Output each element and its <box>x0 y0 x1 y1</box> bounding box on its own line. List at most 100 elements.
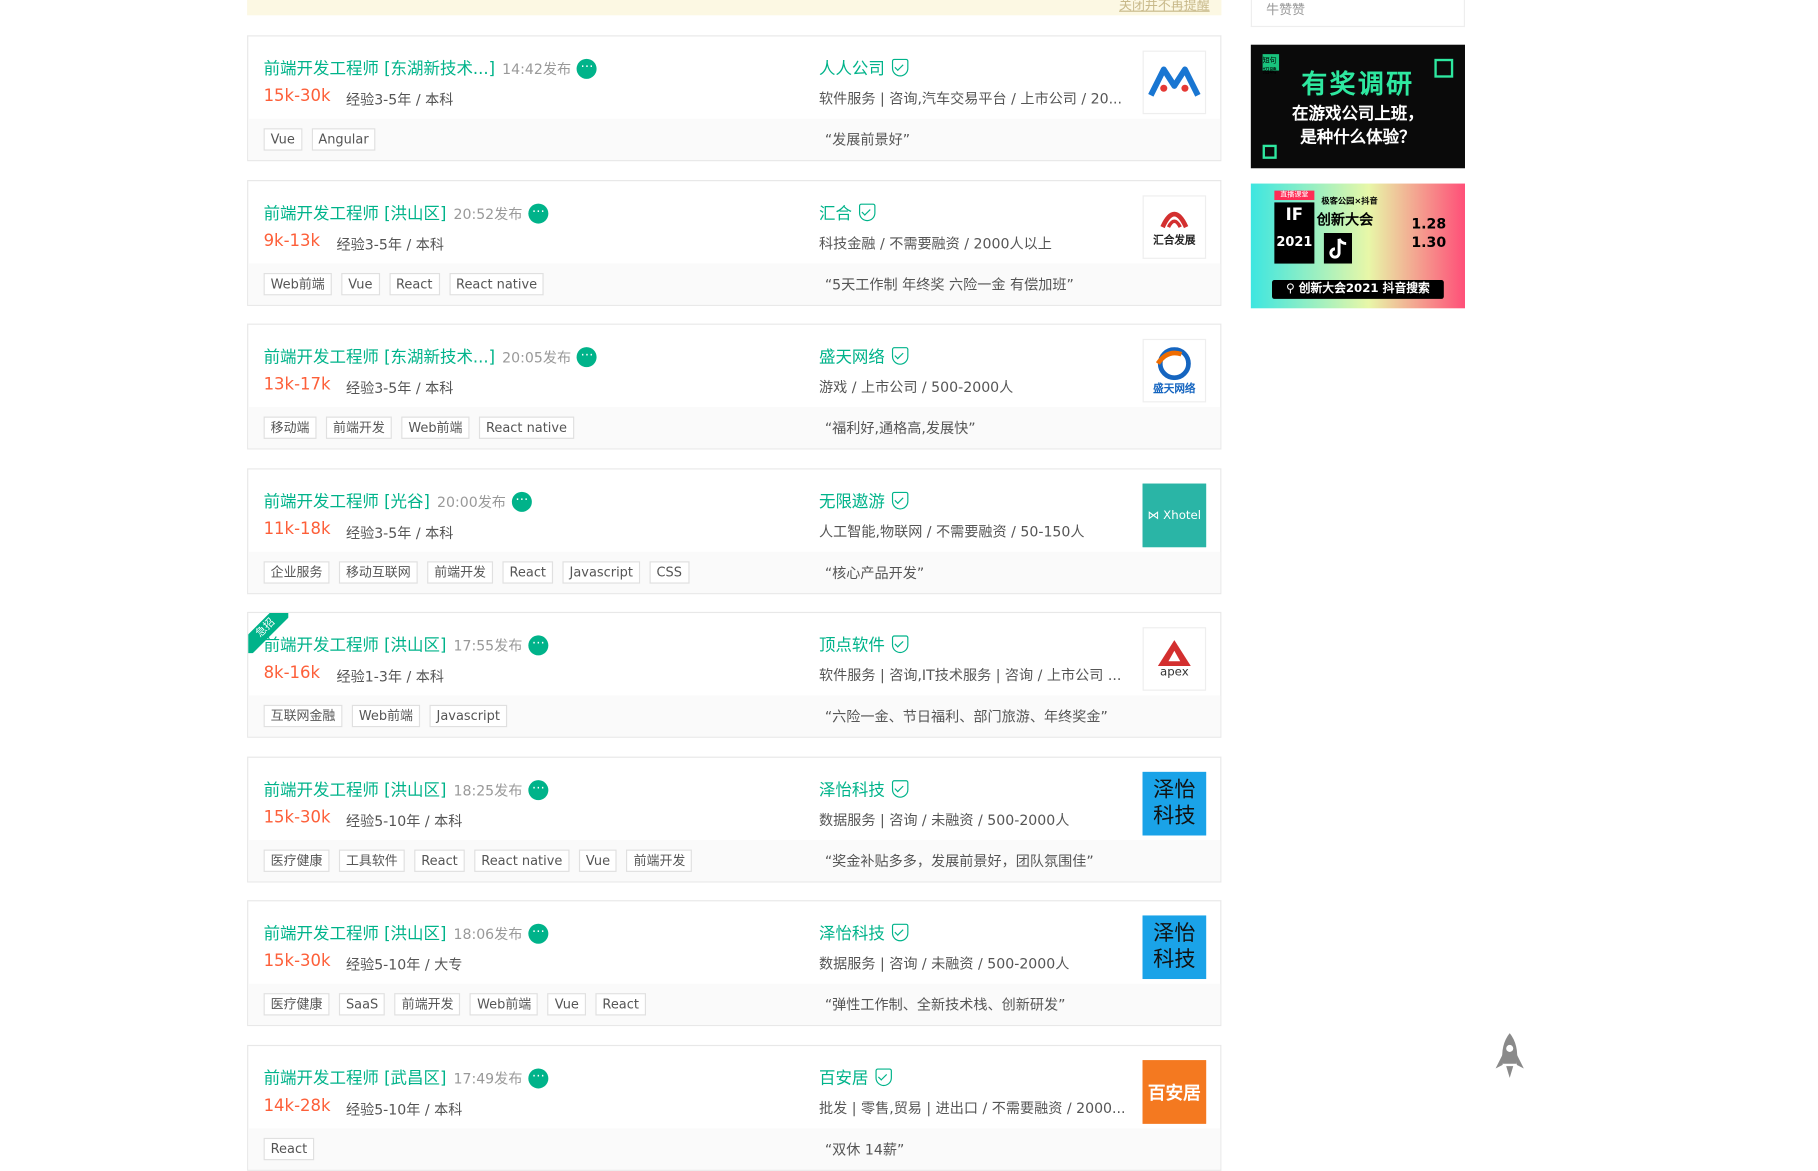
company-logo[interactable] <box>1142 50 1207 115</box>
company-link[interactable]: 无限遨游 <box>819 493 885 512</box>
company-line: 顶点软件 <box>819 633 909 657</box>
job-card[interactable]: 前端开发工程师 [东湖新技术...] 14:42发布 15k-30k 经验3-5年… <box>247 35 1222 162</box>
job-card[interactable]: 前端开发工程师 [洪山区] 18:06发布 15k-30k 经验5-10年 / 大… <box>247 900 1222 1027</box>
tiktok-icon <box>1323 232 1353 264</box>
job-title-link[interactable]: 前端开发工程师 [洪山区] <box>264 637 447 656</box>
company-industry: 人工智能,物联网 / 不需要融资 / 50-150人 <box>818 523 1085 541</box>
company-link[interactable]: 顶点软件 <box>819 637 885 656</box>
skill-tag: Javascript <box>562 561 641 584</box>
company-industry: 软件服务 | 咨询,IT技术服务 | 咨询 / 上市公司 ... <box>818 667 1122 684</box>
skill-tag: Vue <box>263 128 302 151</box>
ad-line: 在游戏公司上班， <box>1292 104 1424 124</box>
shield-check-icon <box>891 780 909 798</box>
position-line: 前端开发工程师 [洪山区] 20:52发布 <box>264 200 549 225</box>
job-card[interactable]: 前端开发工程师 [洪山区]20:52发布 9k-13k 经验3-5年 / 本科 … <box>247 180 1222 306</box>
company-line: 无限遨游 <box>819 490 909 514</box>
tag-list: React <box>263 1137 315 1161</box>
requirement: 经验1-3年 / 本科 <box>336 668 444 685</box>
publish-time: 18:06发布 <box>453 926 523 943</box>
shield-check-icon <box>891 491 909 510</box>
skill-tag: 互联网金融 <box>263 704 343 728</box>
company-logo[interactable]: 百安居 <box>1142 1060 1207 1124</box>
job-slogan: “福利好,通格高,发展快” <box>824 420 976 437</box>
company-line: 泽怡科技 <box>819 778 909 802</box>
job-title-link[interactable]: 前端开发工程师 [武昌区] <box>264 1070 447 1089</box>
ad-headline: 有奖调研 <box>1301 70 1415 101</box>
skill-tag: 移动互联网 <box>338 561 418 584</box>
chat-bubble-icon[interactable] <box>576 55 597 79</box>
skill-tag: Web前端 <box>470 993 539 1016</box>
ad-line: 是种什么体验？ <box>1300 128 1416 148</box>
company-link[interactable]: 泽怡科技 <box>819 925 885 944</box>
renren-logo-icon <box>1148 66 1201 97</box>
company-logo[interactable]: 泽怡科技 <box>1142 771 1207 836</box>
job-card[interactable]: 前端开发工程师 [洪山区] 18:25发布 15k-30k 经验5-10年 / 本… <box>247 756 1222 883</box>
job-card[interactable]: 前端开发工程师 [光谷]20:00发布 11k-18k 经验3-5年 / 本科 … <box>247 468 1222 595</box>
job-card[interactable]: 前端开发工程师 [武昌区] 17:49发布 14k-28k 经验5-10年 / 本… <box>247 1044 1222 1171</box>
company-link[interactable]: 泽怡科技 <box>819 781 885 800</box>
skill-tag: 前端开发 <box>325 416 392 439</box>
rocket-icon[interactable] <box>1494 1033 1525 1080</box>
shield-check-icon <box>891 635 909 654</box>
skill-tag: React <box>388 272 440 296</box>
company-logo[interactable]: 泽怡科技 <box>1142 915 1207 980</box>
job-title-link[interactable]: 前端开发工程师 [东湖新技术...] <box>264 348 495 367</box>
requirement: 经验3-5年 / 本科 <box>345 524 454 542</box>
chat-bubble-icon[interactable] <box>528 1065 549 1089</box>
company-logo[interactable]: 盛天网络 <box>1142 338 1207 403</box>
salary: 11k-18k <box>263 520 331 539</box>
company-link[interactable]: 人人公司 <box>819 60 885 79</box>
sidebar-top-label[interactable]: 牛赞赞 <box>1266 0 1305 19</box>
survey-ad-banner[interactable]: 短句招聘 有奖调研 在游戏公司上班， 是种什么体验？ <box>1250 44 1465 169</box>
job-card[interactable]: 急招 前端开发工程师 [洪山区]17:55发布 8k-16k 经验1-3年 / … <box>247 611 1222 738</box>
logo-text: apex <box>1160 665 1189 679</box>
job-title-link[interactable]: 前端开发工程师 [东湖新技术...] <box>264 60 495 79</box>
company-link[interactable]: 汇合 <box>819 205 852 224</box>
job-slogan: “双休 14薪” <box>824 1141 905 1158</box>
company-logo[interactable]: ⋈ Xhotel <box>1142 483 1207 548</box>
publish-time: 14:42发布 <box>502 61 572 78</box>
requirement: 经验5-10年 / 本科 <box>345 813 463 830</box>
conference-ad-banner[interactable]: 直播课堂 IF 2021 极客公园×抖音 创新大会 1.28 1.30 ⚲ 创新… <box>1250 183 1465 309</box>
company-line: 人人公司 <box>819 56 909 80</box>
if-text: IF <box>1285 205 1304 225</box>
chat-bubble-icon[interactable] <box>576 344 597 368</box>
publish-time: 18:25发布 <box>453 782 523 799</box>
notice-bar: 关闭并不再提醒 <box>247 0 1222 16</box>
chat-bubble-icon[interactable] <box>511 488 532 512</box>
shield-check-icon <box>891 347 909 365</box>
company-link[interactable]: 盛天网络 <box>819 348 885 367</box>
notice-close-link[interactable]: 关闭并不再提醒 <box>1119 0 1210 14</box>
shield-check-icon <box>875 1068 892 1087</box>
job-card[interactable]: 前端开发工程师 [东湖新技术...] 20:05发布 13k-17k 经验3-5年… <box>247 323 1222 450</box>
job-title-link[interactable]: 前端开发工程师 [洪山区] <box>264 925 447 944</box>
tag-list: 企业服务 移动互联网 前端开发 React Javascript CSS <box>263 561 690 584</box>
ad-top-tag: 直播课堂 <box>1274 190 1315 201</box>
position-line: 前端开发工程师 [洪山区] 18:25发布 <box>264 777 549 802</box>
job-title-link[interactable]: 前端开发工程师 [洪山区] <box>264 205 447 224</box>
skill-tag: React <box>263 1137 315 1161</box>
chat-bubble-icon[interactable] <box>528 200 549 224</box>
position-line: 前端开发工程师 [洪山区] 18:06发布 <box>264 920 549 945</box>
logo-text: 盛天网络 <box>1153 383 1196 395</box>
skill-tag: Vue <box>341 272 380 296</box>
job-title-link[interactable]: 前端开发工程师 [光谷] <box>264 493 430 512</box>
tag-list: Vue Angular <box>263 128 376 151</box>
company-logo[interactable]: apex <box>1142 627 1207 691</box>
position-line: 前端开发工程师 [东湖新技术...] 14:42发布 <box>264 55 597 80</box>
requirement: 经验3-5年 / 本科 <box>336 236 444 253</box>
publish-time: 17:55发布 <box>453 637 523 655</box>
ad-subtitle: 极客公园×抖音 <box>1321 196 1378 206</box>
apex-logo-icon <box>1157 639 1191 666</box>
company-industry: 数据服务 | 咨询 / 未融资 / 500-2000人 <box>818 955 1070 972</box>
chat-bubble-icon[interactable] <box>528 920 549 944</box>
company-link[interactable]: 百安居 <box>819 1070 868 1089</box>
skill-tag: 前端开发 <box>394 993 461 1016</box>
chat-bubble-icon[interactable] <box>528 777 549 801</box>
ad-date: 1.30 <box>1411 234 1447 251</box>
company-logo[interactable]: 汇合发展 <box>1142 195 1207 259</box>
publish-time: 20:00发布 <box>436 494 506 511</box>
job-title-link[interactable]: 前端开发工程师 [洪山区] <box>264 781 447 800</box>
job-slogan: “奖金补贴多多，发展前景好，团队氛围佳” <box>824 853 1094 870</box>
chat-bubble-icon[interactable] <box>528 632 549 656</box>
